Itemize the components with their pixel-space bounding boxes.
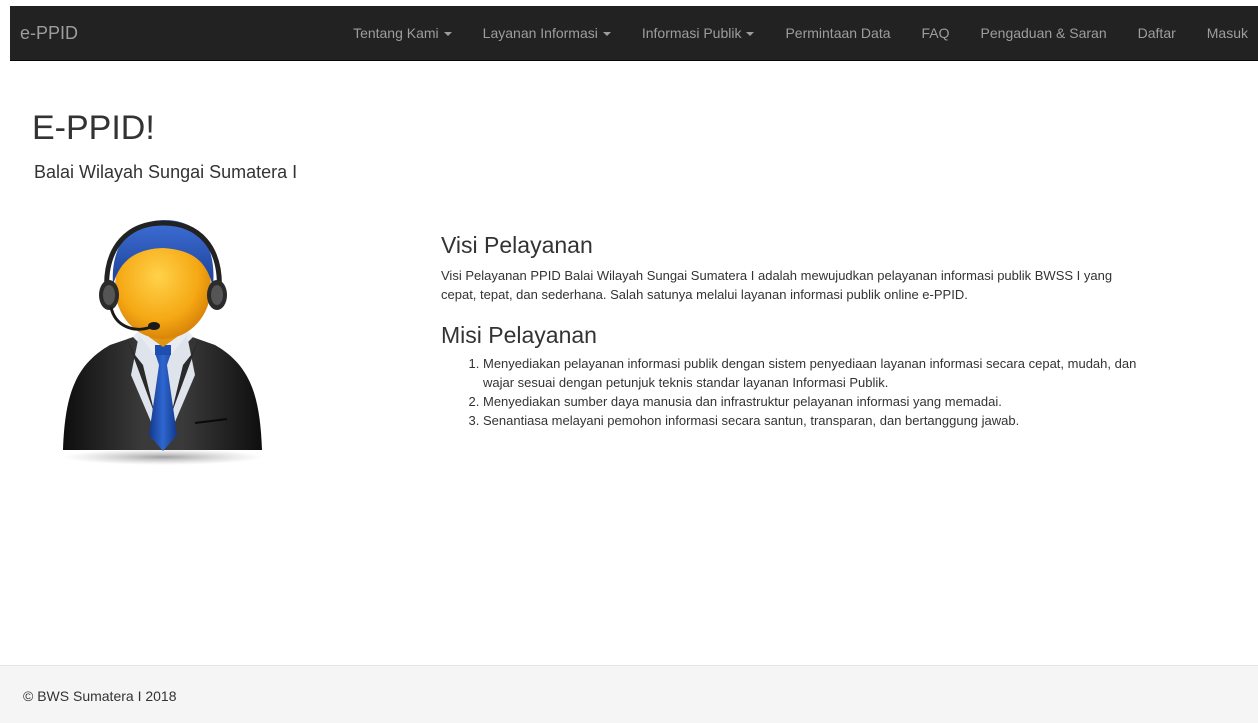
customer-service-agent-icon: [55, 215, 270, 465]
list-item: Menyediakan sumber daya manusia dan infr…: [483, 392, 1141, 411]
brand-link[interactable]: e-PPID: [20, 6, 78, 61]
caret-down-icon: [602, 32, 611, 37]
nav-item-permintaan-data[interactable]: Permintaan Data: [768, 6, 904, 61]
nav-item-layanan-informasi[interactable]: Layanan Informasi: [466, 6, 625, 61]
caret-down-icon: [746, 32, 755, 37]
footer: © BWS Sumatera I 2018: [0, 665, 1258, 723]
nav-item-label: Informasi Publik: [641, 25, 742, 41]
nav-item-masuk[interactable]: Masuk: [1190, 6, 1258, 61]
page-title: E-PPID!: [32, 109, 155, 147]
misi-list: Menyediakan pelayanan informasi publik d…: [441, 354, 1141, 430]
page: e-PPID Tentang Kami Layanan Informasi In…: [0, 0, 1258, 723]
main-content: Visi Pelayanan Visi Pelayanan PPID Balai…: [441, 230, 1141, 430]
nav-item-daftar[interactable]: Daftar: [1121, 6, 1190, 61]
nav-item-pengaduan-saran[interactable]: Pengaduan & Saran: [964, 6, 1121, 61]
list-item: Senantiasa melayani pemohon informasi se…: [483, 411, 1141, 430]
caret-down-icon: [443, 32, 452, 37]
nav-item-label: FAQ: [921, 25, 950, 41]
list-item: Menyediakan pelayanan informasi publik d…: [483, 354, 1141, 392]
nav-item-label: Tentang Kami: [353, 25, 439, 41]
top-navbar: e-PPID Tentang Kami Layanan Informasi In…: [10, 6, 1258, 61]
misi-heading: Misi Pelayanan: [441, 322, 597, 348]
nav-item-label: Permintaan Data: [785, 25, 891, 41]
nav-item-label: Layanan Informasi: [482, 25, 598, 41]
nav-menu: Tentang Kami Layanan Informasi Informasi…: [336, 6, 1258, 61]
nav-item-label: Pengaduan & Saran: [980, 25, 1107, 41]
nav-item-label: Masuk: [1206, 25, 1248, 41]
nav-item-faq[interactable]: FAQ: [905, 6, 964, 61]
visi-heading: Visi Pelayanan: [441, 232, 593, 258]
visi-text: Visi Pelayanan PPID Balai Wilayah Sungai…: [441, 268, 1113, 302]
nav-item-informasi-publik[interactable]: Informasi Publik: [625, 6, 769, 61]
nav-item-tentang-kami[interactable]: Tentang Kami: [336, 6, 466, 61]
footer-copyright: © BWS Sumatera I 2018: [23, 688, 177, 704]
page-subtitle: Balai Wilayah Sungai Sumatera I: [34, 162, 298, 182]
nav-item-label: Daftar: [1137, 25, 1176, 41]
